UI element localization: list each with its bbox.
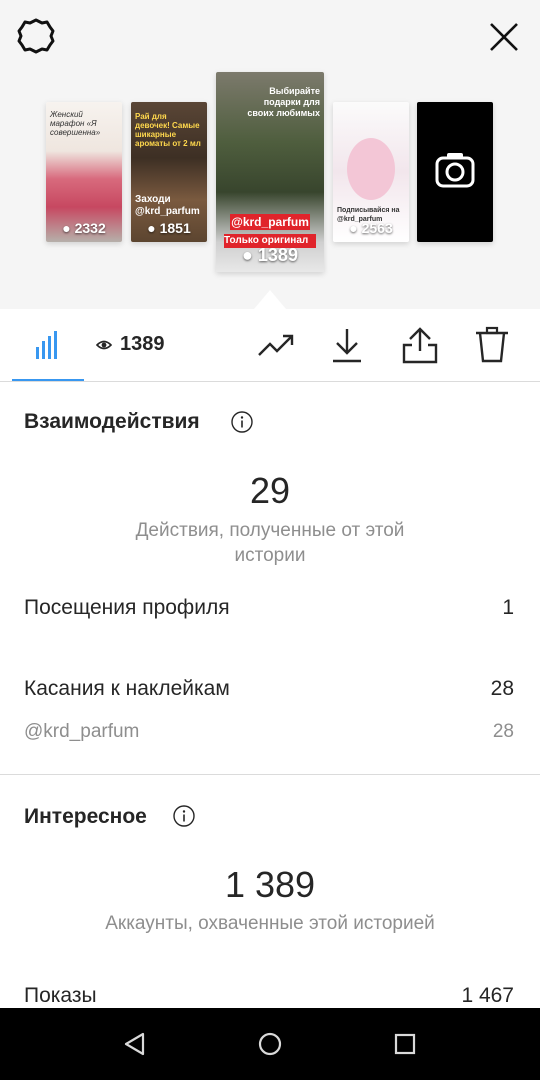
story-views: ● 2332 — [62, 220, 106, 236]
section-title: Взаимодействия — [24, 410, 200, 433]
trend-icon — [258, 334, 294, 356]
share-button[interactable] — [398, 323, 442, 367]
settings-button[interactable] — [14, 14, 58, 58]
story-thumbnail-1[interactable]: Женский марафон «Я совершенна» ● 2332 — [46, 102, 122, 242]
story-views-count: 2563 — [361, 220, 393, 236]
profile-visits-value: 1 — [502, 596, 514, 619]
views-count[interactable]: 1389 — [120, 333, 165, 356]
interactions-description: Действия, полученные от этой истории — [135, 520, 405, 566]
story-views-count: 2332 — [74, 220, 106, 236]
reach-description: Аккаунты, охваченные этой историей — [105, 913, 435, 934]
gear-icon — [17, 18, 55, 54]
share-icon — [402, 327, 438, 364]
add-story-camera[interactable] — [417, 102, 493, 242]
eye-icon — [96, 340, 112, 350]
delete-button[interactable] — [470, 323, 514, 367]
nav-recents-button[interactable] — [385, 1024, 425, 1064]
insights-tab[interactable] — [12, 309, 84, 381]
story-thumbnail-2[interactable]: Рай для девочек! Самые шикарные ароматы … — [131, 102, 207, 242]
camera-icon — [435, 153, 475, 188]
insights-toolbar: 1389 — [0, 309, 540, 382]
section-title: Интересное — [24, 805, 147, 828]
story-handle: Заходи @krd_parfum — [135, 194, 200, 217]
profile-photo — [347, 138, 395, 200]
story-views-count: 1389 — [257, 245, 298, 265]
interactions-total: 29 — [249, 470, 291, 511]
reach-total: 1 389 — [224, 864, 316, 905]
bar-chart-icon — [36, 331, 57, 359]
selected-story-pointer — [254, 290, 286, 309]
download-icon — [333, 329, 361, 363]
back-triangle-icon — [124, 1032, 145, 1056]
close-button[interactable] — [484, 14, 524, 58]
impressions-label: Показы — [24, 984, 97, 1007]
close-icon — [490, 23, 518, 51]
story-thumbnail-3-selected[interactable]: Выбирайте подарки для своих любимых @krd… — [216, 72, 324, 272]
story-thumbnail-4[interactable]: Подписывайся на @krd_parfum ● 2563 — [333, 102, 409, 242]
story-strip-area: Женский марафон «Я совершенна» ● 2332 Ра… — [0, 0, 540, 309]
sticker-taps-value: 28 — [490, 677, 514, 700]
story-views: ● 2563 — [349, 220, 393, 236]
system-navigation-bar — [0, 1008, 540, 1080]
recents-square-icon — [394, 1033, 416, 1055]
sticker-taps-label: Касания к наклейкам — [24, 677, 230, 700]
active-tab-indicator — [12, 379, 84, 381]
download-button[interactable] — [326, 323, 370, 367]
home-circle-icon — [258, 1032, 282, 1056]
profile-visits-label: Посещения профиля — [24, 596, 230, 619]
story-caption: Женский марафон «Я совершенна» — [50, 110, 101, 137]
sticker-handle-label: @krd_parfum — [24, 721, 140, 742]
story-caption: Выбирайте подарки для своих любимых — [247, 86, 320, 118]
story-handle: @krd_parfum — [230, 214, 310, 230]
story-views: ● 1851 — [147, 220, 191, 236]
story-views-count: 1851 — [159, 220, 191, 236]
trash-icon — [476, 326, 508, 363]
sticker-handle-value: 28 — [492, 721, 514, 742]
info-icon[interactable] — [173, 805, 195, 827]
nav-home-button[interactable] — [250, 1024, 290, 1064]
story-views: ● 1389 — [242, 245, 298, 265]
promote-button[interactable] — [254, 323, 298, 367]
section-divider — [0, 774, 540, 775]
nav-back-button[interactable] — [115, 1024, 155, 1064]
info-icon[interactable] — [231, 411, 253, 433]
impressions-value: 1 467 — [461, 984, 514, 1007]
story-caption: Рай для девочек! Самые шикарные ароматы … — [135, 112, 201, 148]
